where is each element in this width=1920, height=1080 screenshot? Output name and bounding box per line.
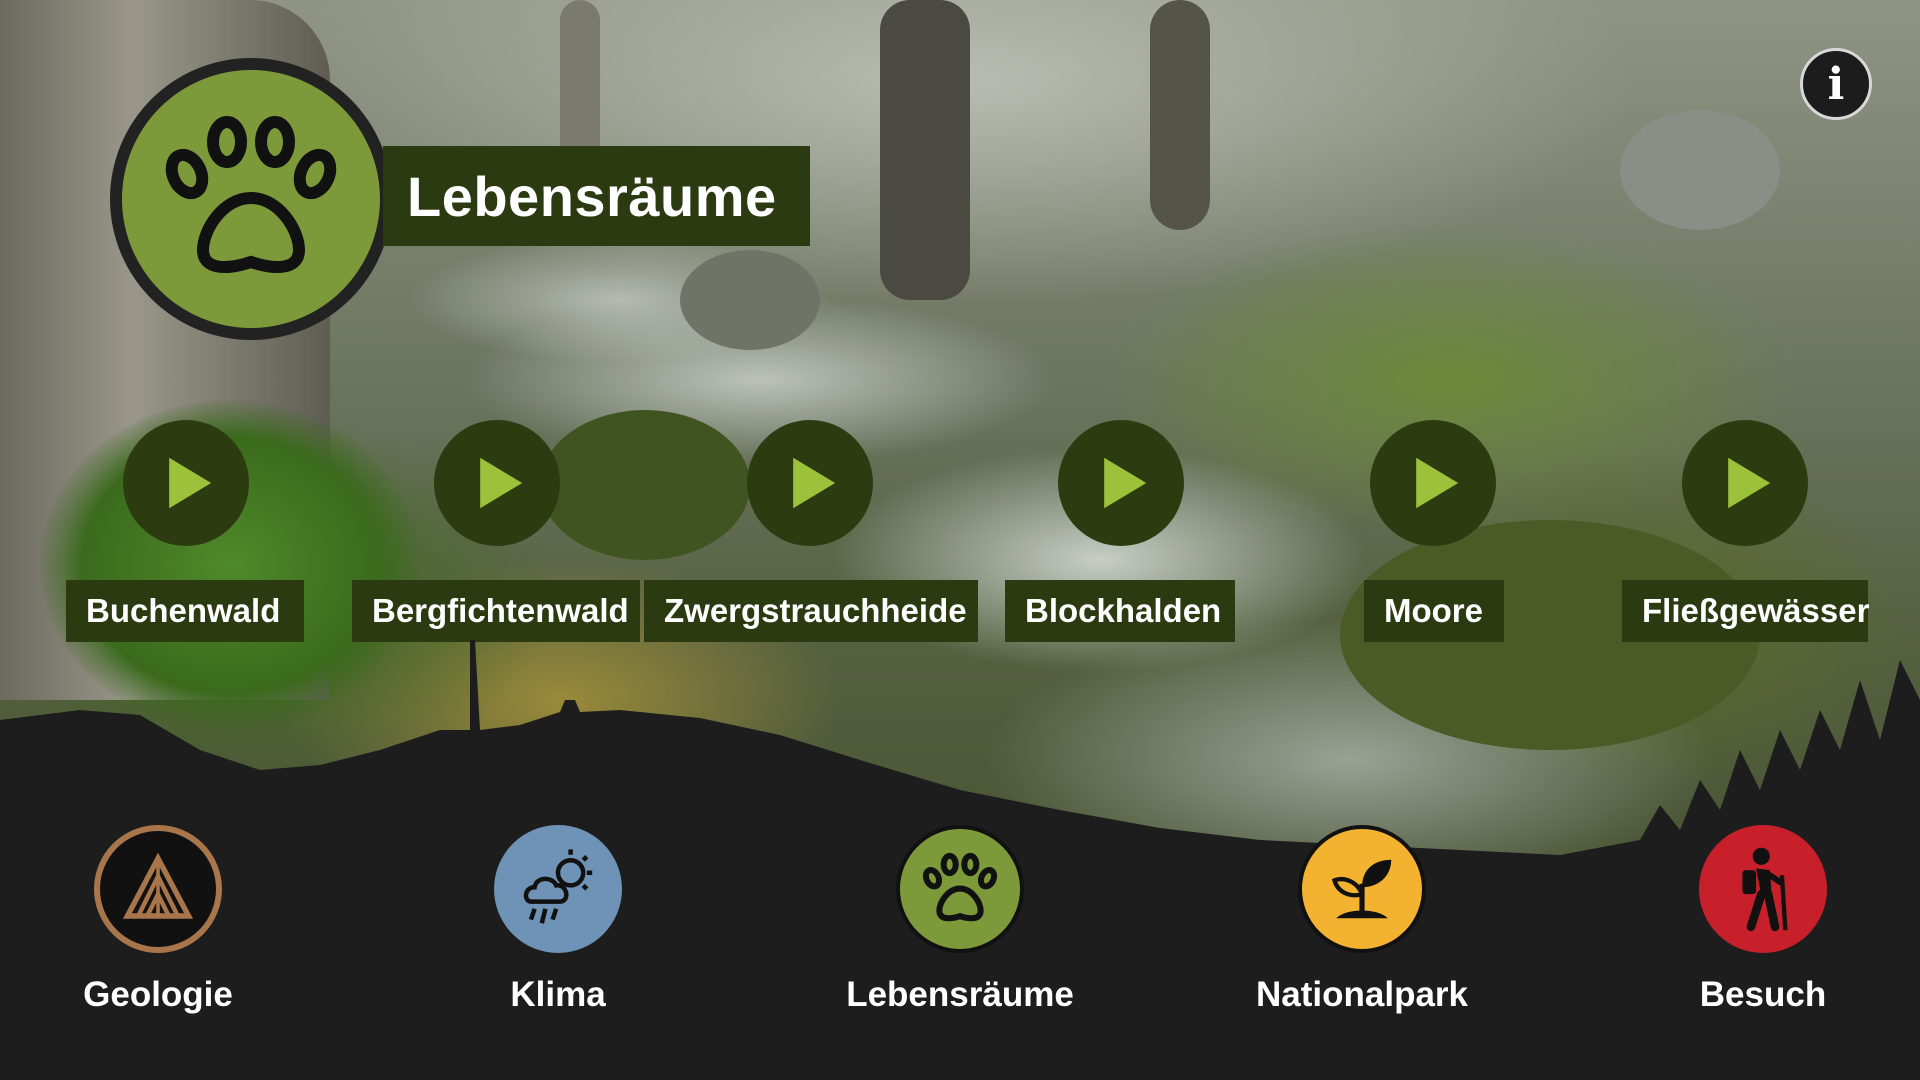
- play-button[interactable]: [1682, 420, 1808, 546]
- nav-icon-circle[interactable]: [1699, 825, 1827, 953]
- nav-icon-circle[interactable]: [94, 825, 222, 953]
- info-button[interactable]: i: [1800, 48, 1872, 120]
- nav-icon-circle[interactable]: [1298, 825, 1426, 953]
- page-title-box: Lebensräume: [383, 146, 810, 246]
- weather-icon: [523, 849, 593, 924]
- page-title: Lebensräume: [407, 164, 777, 228]
- play-icon: [1104, 457, 1147, 509]
- nav-item-nationalpark[interactable]: Nationalpark: [1222, 825, 1502, 1025]
- play-icon: [480, 457, 523, 509]
- paw-icon: [165, 116, 337, 273]
- play-button[interactable]: [1058, 420, 1184, 546]
- play-button[interactable]: [123, 420, 249, 546]
- rock: [1620, 110, 1780, 230]
- play-icon: [169, 457, 212, 509]
- play-icon: [793, 457, 836, 509]
- paw-icon: [922, 852, 998, 922]
- play-button[interactable]: [747, 420, 873, 546]
- nav-label[interactable]: Besuch: [1623, 975, 1903, 1015]
- tree-trunk: [1150, 0, 1210, 230]
- geology-icon: [122, 852, 194, 919]
- nav-label[interactable]: Lebensräume: [820, 975, 1100, 1015]
- nav-item-geologie[interactable]: Geologie: [18, 825, 298, 1025]
- nav-item-lebensraeume[interactable]: Lebensräume: [820, 825, 1100, 1025]
- play-button[interactable]: [1370, 420, 1496, 546]
- tree-trunk: [880, 0, 970, 300]
- nav-item-besuch[interactable]: Besuch: [1623, 825, 1903, 1025]
- nav-icon-circle[interactable]: [494, 825, 622, 953]
- badge-inner: [122, 70, 380, 328]
- nav-item-klima[interactable]: Klima: [418, 825, 698, 1025]
- hiker-icon: [1742, 847, 1788, 932]
- rock: [680, 250, 820, 350]
- nav-label[interactable]: Geologie: [18, 975, 298, 1015]
- nav-icon-circle[interactable]: [896, 825, 1024, 953]
- play-button[interactable]: [434, 420, 560, 546]
- nav-label[interactable]: Klima: [418, 975, 698, 1015]
- play-icon: [1728, 457, 1771, 509]
- nav-label[interactable]: Nationalpark: [1222, 975, 1502, 1015]
- play-icon: [1416, 457, 1459, 509]
- sprout-icon: [1331, 859, 1392, 919]
- habitat-badge: [110, 58, 392, 340]
